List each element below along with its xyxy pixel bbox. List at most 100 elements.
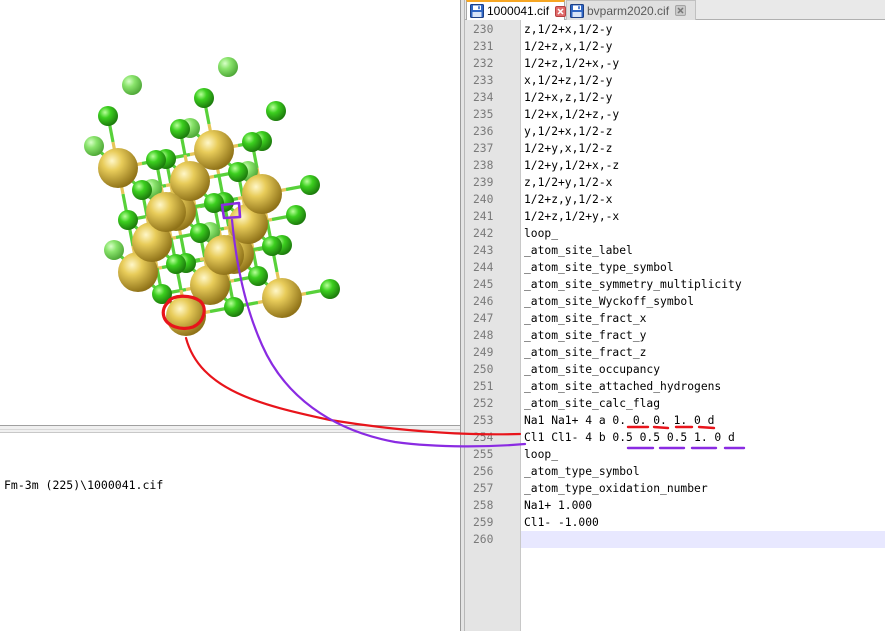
chlorine-atom[interactable]	[194, 88, 214, 108]
code-line: 1/2+z,x,1/2-y	[524, 40, 613, 53]
structure-viewer-pane: Fm-3m (225)\1000041.cif	[0, 0, 460, 631]
cif-editor-pane: 1000041.cif bvparm2020.cif 230 231 232 233 2…	[465, 0, 885, 631]
chlorine-atom[interactable]	[84, 136, 104, 156]
chlorine-atom[interactable]	[132, 180, 152, 200]
floppy-disk-icon	[470, 4, 484, 18]
chlorine-atom[interactable]	[262, 236, 282, 256]
line-number: 234	[473, 91, 494, 104]
close-icon[interactable]	[555, 5, 567, 17]
tab-bvparm2020-cif[interactable]: bvparm2020.cif	[566, 0, 696, 20]
code-line: _atom_site_occupancy	[524, 363, 661, 376]
line-number: 238	[473, 159, 494, 172]
chlorine-atom[interactable]	[98, 106, 118, 126]
chlorine-atom[interactable]	[242, 132, 262, 152]
line-number: 240	[473, 193, 494, 206]
line-number: 255	[473, 448, 494, 461]
line-number: 236	[473, 125, 494, 138]
code-line: _atom_site_symmetry_multiplicity	[524, 278, 742, 291]
chlorine-atom[interactable]	[104, 240, 124, 260]
chlorine-atom[interactable]	[170, 119, 190, 139]
line-number: 243	[473, 244, 494, 257]
chlorine-atom[interactable]	[122, 75, 142, 95]
chlorine-atom[interactable]	[228, 162, 248, 182]
chlorine-atom[interactable]	[166, 254, 186, 274]
code-line: loop_	[524, 227, 559, 240]
sodium-atom[interactable]	[242, 174, 282, 214]
line-number: 256	[473, 465, 494, 478]
line-number: 233	[473, 74, 494, 87]
code-line	[521, 531, 885, 548]
tab-label: 1000041.cif	[487, 4, 550, 18]
code-line: 1/2+y,x,1/2-z	[524, 142, 613, 155]
space-group-file-label: Fm-3m (225)\1000041.cif	[4, 478, 164, 492]
horizontal-splitter[interactable]	[0, 425, 460, 433]
chlorine-atom[interactable]	[190, 223, 210, 243]
line-number: 257	[473, 482, 494, 495]
code-line: _atom_site_Wyckoff_symbol	[524, 295, 695, 308]
code-line: Cl1 Cl1- 4 b 0.5 0.5 0.5 1. 0 d	[524, 431, 735, 444]
line-number: 239	[473, 176, 494, 189]
line-number: 241	[473, 210, 494, 223]
line-number: 258	[473, 499, 494, 512]
chlorine-atom[interactable]	[248, 266, 268, 286]
line-number: 237	[473, 142, 494, 155]
line-number: 246	[473, 295, 494, 308]
line-number: 259	[473, 516, 494, 529]
editor-tab-bar: 1000041.cif bvparm2020.cif	[465, 0, 885, 20]
close-icon[interactable]	[675, 5, 687, 16]
sodium-atom[interactable]	[262, 278, 302, 318]
code-line: Na1 Na1+ 4 a 0. 0. 0. 1. 0 d	[524, 414, 715, 427]
code-line: _atom_site_fract_z	[524, 346, 647, 359]
chlorine-atom[interactable]	[152, 284, 172, 304]
line-number-gutter: 230 231 232 233 234 235 236 237 238 239 240 241 242 2…	[465, 20, 521, 631]
sodium-atom[interactable]	[98, 148, 138, 188]
floppy-disk-icon	[570, 3, 584, 18]
code-line: loop_	[524, 448, 559, 461]
code-line: z,1/2+y,1/2-x	[524, 176, 613, 189]
chlorine-atom[interactable]	[204, 193, 224, 213]
code-line: z,1/2+x,1/2-y	[524, 23, 613, 36]
chlorine-atom[interactable]	[286, 205, 306, 225]
tab-1000041-cif[interactable]: 1000041.cif	[466, 0, 567, 20]
code-line: Na1+ 1.000	[524, 499, 593, 512]
chlorine-atom[interactable]	[224, 297, 244, 317]
line-number: 253	[473, 414, 494, 427]
sodium-atom[interactable]	[166, 296, 206, 336]
code-line: _atom_site_type_symbol	[524, 261, 674, 274]
chlorine-atom[interactable]	[118, 210, 138, 230]
code-line: Cl1- -1.000	[524, 516, 599, 529]
code-line: 1/2+z,1/2+y,-x	[524, 210, 620, 223]
sodium-atom[interactable]	[146, 192, 186, 232]
line-number: 249	[473, 346, 494, 359]
sodium-atom[interactable]	[204, 235, 244, 275]
line-number: 250	[473, 363, 494, 376]
code-line: _atom_site_attached_hydrogens	[524, 380, 722, 393]
chlorine-atom[interactable]	[146, 150, 166, 170]
structure-info-panel: Fm-3m (225)\1000041.cif	[0, 433, 460, 631]
line-number: 254	[473, 431, 494, 444]
line-number: 242	[473, 227, 494, 240]
line-number: 247	[473, 312, 494, 325]
code-line: 1/2+x,1/2+z,-y	[524, 108, 620, 121]
chlorine-atom[interactable]	[218, 57, 238, 77]
line-number: 248	[473, 329, 494, 342]
line-number: 252	[473, 397, 494, 410]
line-number: 230	[473, 23, 494, 36]
code-line: _atom_site_fract_y	[524, 329, 647, 342]
code-line: 1/2+z,y,1/2-x	[524, 193, 613, 206]
code-line: 1/2+x,z,1/2-y	[524, 91, 613, 104]
code-line: x,1/2+z,1/2-y	[524, 74, 613, 87]
code-line: _atom_site_fract_x	[524, 312, 647, 325]
code-text-area[interactable]: z,1/2+x,1/2-y 1/2+z,x,1/2-y 1/2+z,1/2+x,-y…	[521, 20, 885, 631]
code-line: 1/2+y,1/2+x,-z	[524, 159, 620, 172]
line-number: 235	[473, 108, 494, 121]
line-number: 232	[473, 57, 494, 70]
code-line: _atom_site_label	[524, 244, 633, 257]
chlorine-atom[interactable]	[300, 175, 320, 195]
code-line: _atom_type_oxidation_number	[524, 482, 708, 495]
crystal-structure-view[interactable]	[0, 0, 460, 425]
line-number: 251	[473, 380, 494, 393]
chlorine-atom[interactable]	[266, 101, 286, 121]
chlorine-atom[interactable]	[320, 279, 340, 299]
line-number: 244	[473, 261, 494, 274]
